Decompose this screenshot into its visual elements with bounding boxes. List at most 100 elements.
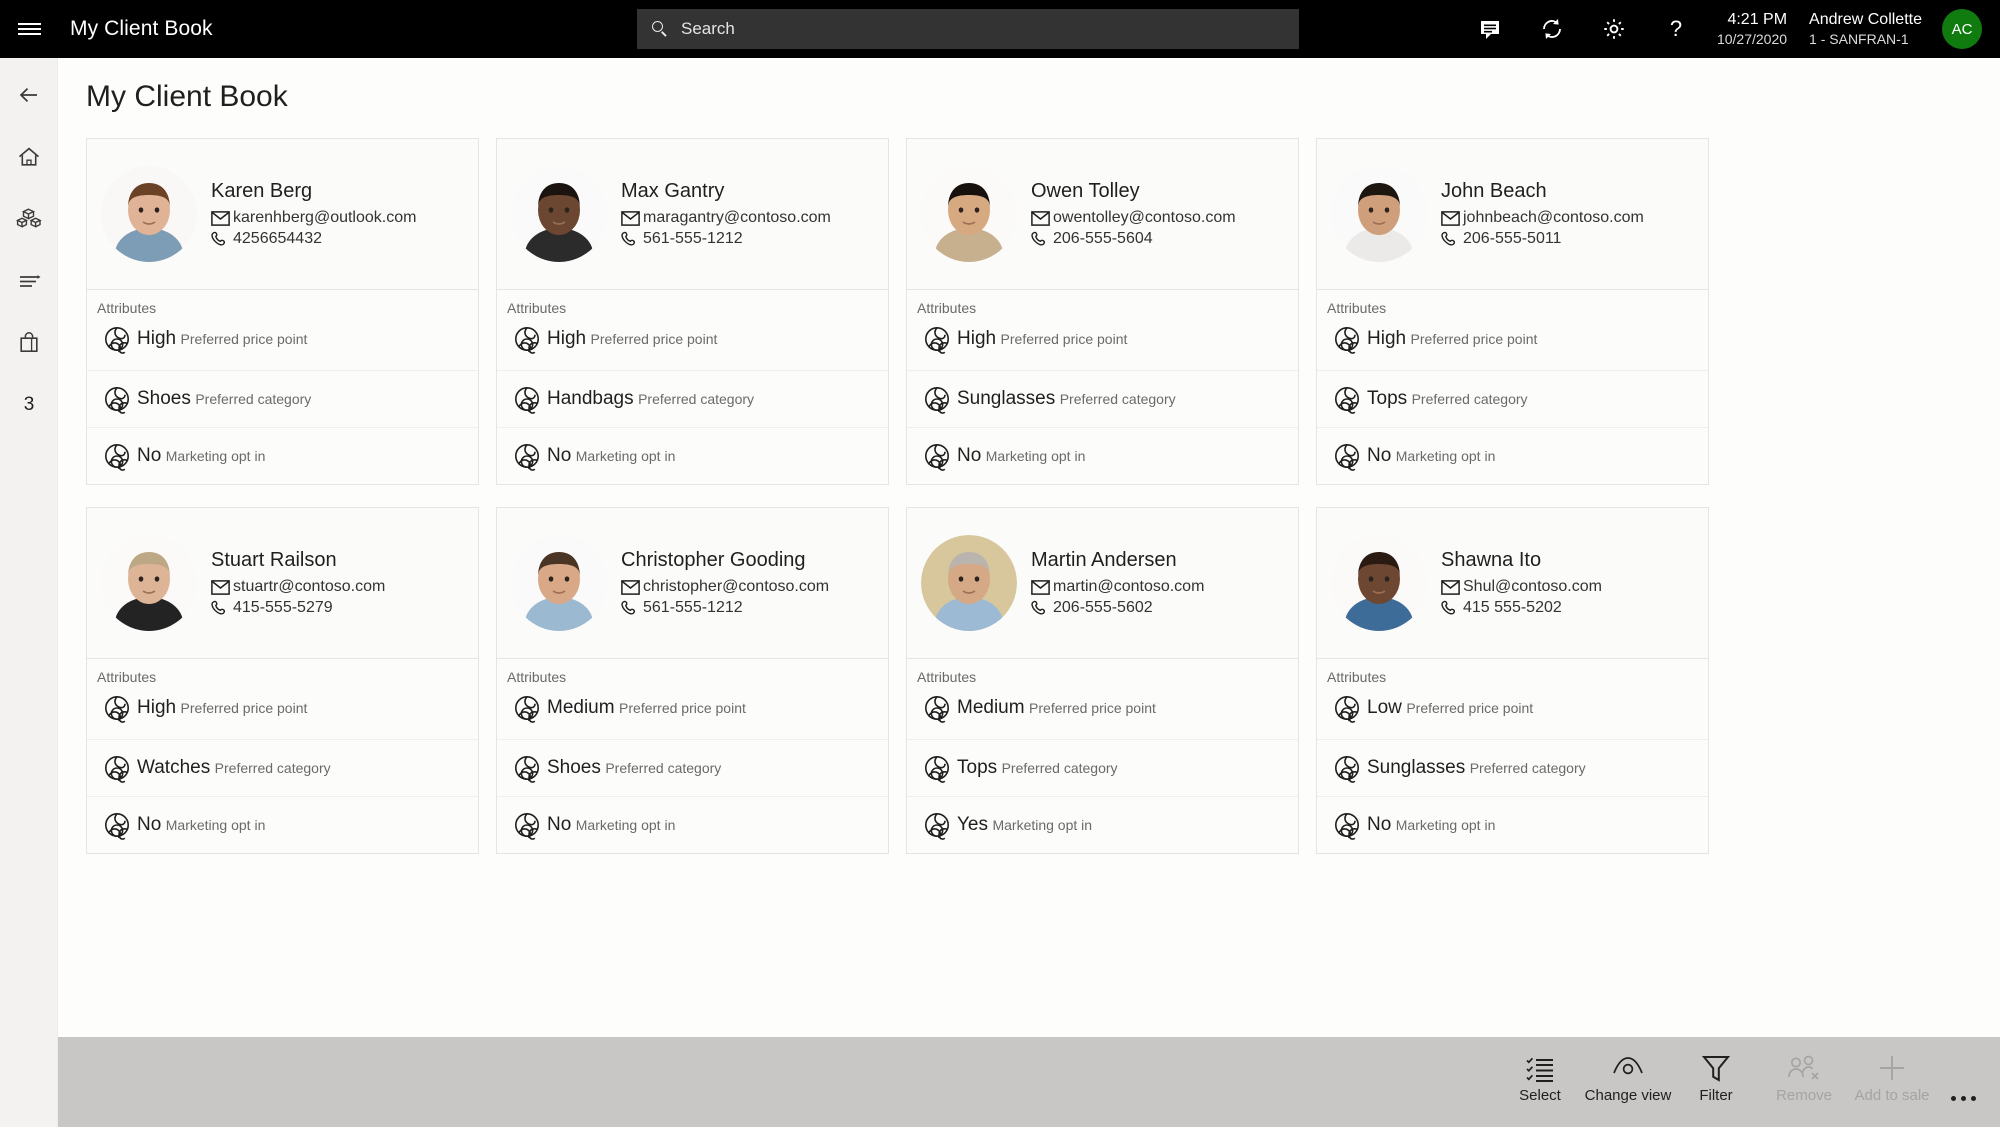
attribute-value: High bbox=[1367, 328, 1407, 350]
attribute-row[interactable]: High Preferred price point bbox=[1317, 320, 1708, 370]
client-phone-line[interactable]: 415 555-5202 bbox=[1441, 599, 1602, 617]
help-icon[interactable]: ? bbox=[1645, 0, 1707, 58]
phone-icon bbox=[621, 600, 643, 617]
user-block[interactable]: Andrew Collette 1 - SANFRAN-1 bbox=[1809, 9, 1922, 49]
attribute-row[interactable]: Handbags Preferred category bbox=[497, 370, 888, 427]
attribute-row[interactable]: Shoes Preferred category bbox=[497, 739, 888, 796]
attribute-row[interactable]: Tops Preferred category bbox=[907, 739, 1298, 796]
attribute-row[interactable]: High Preferred price point bbox=[87, 320, 478, 370]
attribute-row[interactable]: No Marketing opt in bbox=[87, 427, 478, 484]
attribute-row[interactable]: Medium Preferred price point bbox=[907, 689, 1298, 739]
client-phone-line[interactable]: 206-555-5602 bbox=[1031, 599, 1204, 617]
attribute-row[interactable]: No Marketing opt in bbox=[1317, 796, 1708, 853]
client-card[interactable]: Christopher Gooding christopher@contoso.… bbox=[496, 507, 889, 854]
notes-icon[interactable] bbox=[1459, 0, 1521, 58]
command-change-view-button[interactable]: Change view bbox=[1584, 1045, 1672, 1119]
attribute-row[interactable]: No Marketing opt in bbox=[1317, 427, 1708, 484]
client-phone-line[interactable]: 561-555-1212 bbox=[621, 599, 829, 617]
client-phone-line[interactable]: 4256654432 bbox=[211, 230, 416, 248]
gear-icon[interactable] bbox=[1583, 0, 1645, 58]
attribute-label: Marketing opt in bbox=[575, 448, 676, 465]
attribute-swirl-icon bbox=[97, 324, 137, 354]
attribute-label: Marketing opt in bbox=[992, 817, 1093, 834]
client-phone-line[interactable]: 415-555-5279 bbox=[211, 599, 385, 617]
client-card[interactable]: Stuart Railson stuartr@contoso.com 415-5… bbox=[86, 507, 479, 854]
command-select-button[interactable]: Select bbox=[1496, 1045, 1584, 1119]
client-email-line[interactable]: Shul@contoso.com bbox=[1441, 578, 1602, 596]
client-card-header[interactable]: Stuart Railson stuartr@contoso.com 415-5… bbox=[86, 507, 479, 659]
client-email: owentolley@contoso.com bbox=[1053, 209, 1236, 226]
attribute-row[interactable]: Shoes Preferred category bbox=[87, 370, 478, 427]
attribute-row[interactable]: Tops Preferred category bbox=[1317, 370, 1708, 427]
attribute-row[interactable]: Sunglasses Preferred category bbox=[907, 370, 1298, 427]
client-email-line[interactable]: karenhberg@outlook.com bbox=[211, 209, 416, 227]
remove-person-icon bbox=[1787, 1051, 1821, 1085]
client-phone-line[interactable]: 206-555-5604 bbox=[1031, 230, 1236, 248]
client-card[interactable]: Owen Tolley owentolley@contoso.com 206-5… bbox=[906, 138, 1299, 485]
client-email-line[interactable]: maragantry@contoso.com bbox=[621, 209, 831, 227]
command-filter-button[interactable]: Filter bbox=[1672, 1045, 1760, 1119]
attribute-row[interactable]: No Marketing opt in bbox=[907, 427, 1298, 484]
phone-icon bbox=[1441, 600, 1463, 617]
attribute-swirl-icon bbox=[507, 810, 547, 840]
attribute-row[interactable]: Medium Preferred price point bbox=[497, 689, 888, 739]
client-card[interactable]: Max Gantry maragantry@contoso.com 561-55… bbox=[496, 138, 889, 485]
client-email-line[interactable]: johnbeach@contoso.com bbox=[1441, 209, 1644, 227]
attribute-row[interactable]: High Preferred price point bbox=[907, 320, 1298, 370]
attribute-swirl-icon bbox=[925, 756, 949, 783]
client-card-header[interactable]: Karen Berg karenhberg@outlook.com 425665… bbox=[86, 138, 479, 290]
client-card[interactable]: John Beach johnbeach@contoso.com 206-555… bbox=[1316, 138, 1709, 485]
attribute-swirl-icon bbox=[1327, 753, 1367, 783]
client-card-header[interactable]: John Beach johnbeach@contoso.com 206-555… bbox=[1316, 138, 1709, 290]
list-icon[interactable] bbox=[0, 250, 58, 312]
client-card[interactable]: Karen Berg karenhberg@outlook.com 425665… bbox=[86, 138, 479, 485]
client-phone-line[interactable]: 206-555-5011 bbox=[1441, 230, 1644, 248]
client-card-header[interactable]: Martin Andersen martin@contoso.com 206-5… bbox=[906, 507, 1299, 659]
client-card[interactable]: Shawna Ito Shul@contoso.com 415 555-5202… bbox=[1316, 507, 1709, 854]
attribute-label: Preferred price point bbox=[1406, 700, 1534, 717]
attribute-swirl-icon bbox=[97, 693, 137, 723]
client-card-header[interactable]: Shawna Ito Shul@contoso.com 415 555-5202 bbox=[1316, 507, 1709, 659]
attribute-swirl-icon bbox=[105, 813, 129, 840]
attribute-row[interactable]: High Preferred price point bbox=[87, 689, 478, 739]
bag-icon[interactable] bbox=[0, 312, 58, 374]
attribute-row[interactable]: No Marketing opt in bbox=[497, 796, 888, 853]
attribute-row[interactable]: Watches Preferred category bbox=[87, 739, 478, 796]
hamburger-icon[interactable] bbox=[0, 0, 58, 58]
home-icon[interactable] bbox=[0, 126, 58, 188]
attribute-label: Preferred price point bbox=[1000, 331, 1128, 348]
client-email-line[interactable]: christopher@contoso.com bbox=[621, 578, 829, 596]
user-store: 1 - SANFRAN-1 bbox=[1809, 31, 1909, 48]
client-card-header[interactable]: Owen Tolley owentolley@contoso.com 206-5… bbox=[906, 138, 1299, 290]
attribute-label: Preferred category bbox=[1059, 391, 1176, 408]
attribute-swirl-icon bbox=[105, 444, 129, 471]
command-label: Change view bbox=[1584, 1087, 1672, 1104]
client-email-line[interactable]: martin@contoso.com bbox=[1031, 578, 1204, 596]
back-icon[interactable] bbox=[0, 64, 58, 126]
attribute-row[interactable]: Low Preferred price point bbox=[1317, 689, 1708, 739]
client-card[interactable]: Martin Andersen martin@contoso.com 206-5… bbox=[906, 507, 1299, 854]
client-email-line[interactable]: stuartr@contoso.com bbox=[211, 578, 385, 596]
attribute-swirl-icon bbox=[105, 696, 129, 723]
search-input[interactable]: Search bbox=[637, 9, 1299, 49]
client-phone: 415 555-5202 bbox=[1463, 599, 1562, 616]
attribute-row[interactable]: High Preferred price point bbox=[497, 320, 888, 370]
attribute-swirl-icon bbox=[1327, 384, 1367, 414]
products-icon[interactable] bbox=[0, 188, 58, 250]
attribute-row[interactable]: No Marketing opt in bbox=[497, 427, 888, 484]
client-card-header[interactable]: Max Gantry maragantry@contoso.com 561-55… bbox=[496, 138, 889, 290]
attribute-row[interactable]: No Marketing opt in bbox=[87, 796, 478, 853]
client-phone-line[interactable]: 561-555-1212 bbox=[621, 230, 831, 248]
attribute-row[interactable]: Yes Marketing opt in bbox=[907, 796, 1298, 853]
client-email-line[interactable]: owentolley@contoso.com bbox=[1031, 209, 1236, 227]
overflow-dots-icon[interactable] bbox=[1936, 1045, 1990, 1119]
client-card-header[interactable]: Christopher Gooding christopher@contoso.… bbox=[496, 507, 889, 659]
attribute-swirl-icon bbox=[925, 696, 949, 723]
attribute-swirl-icon bbox=[925, 444, 949, 471]
refresh-icon[interactable] bbox=[1521, 0, 1583, 58]
avatar[interactable]: AC bbox=[1942, 9, 1982, 49]
attribute-row[interactable]: Sunglasses Preferred category bbox=[1317, 739, 1708, 796]
cart-count-badge[interactable]: 3 bbox=[0, 374, 58, 436]
attribute-swirl-icon bbox=[97, 810, 137, 840]
client-photo bbox=[511, 535, 607, 631]
